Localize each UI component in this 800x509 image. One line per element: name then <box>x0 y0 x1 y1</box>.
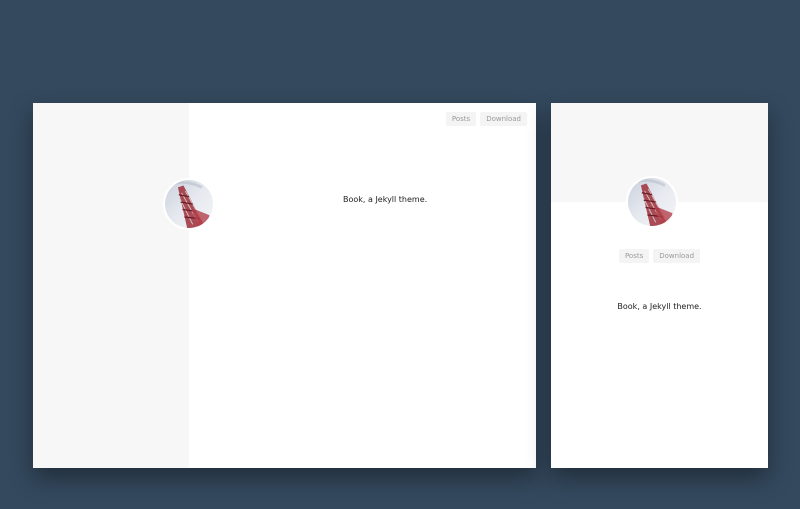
download-button[interactable]: Download <box>653 249 701 263</box>
mobile-preview: Posts Download Book, a Jekyll theme. <box>551 103 768 468</box>
tower-photo-icon <box>165 180 213 228</box>
tower-photo-icon <box>628 178 676 226</box>
top-nav: Posts Download <box>445 112 527 126</box>
avatar <box>626 176 678 228</box>
avatar <box>163 178 215 230</box>
download-button[interactable]: Download <box>480 112 527 126</box>
sidebar <box>33 103 189 468</box>
posts-button[interactable]: Posts <box>618 249 650 263</box>
site-tagline: Book, a Jekyll theme. <box>617 302 702 311</box>
site-tagline: Book, a Jekyll theme. <box>343 195 428 204</box>
desktop-preview: Posts Download Book, a Jekyll theme. <box>33 103 536 468</box>
top-nav: Posts Download <box>551 249 768 263</box>
posts-button[interactable]: Posts <box>445 112 477 126</box>
